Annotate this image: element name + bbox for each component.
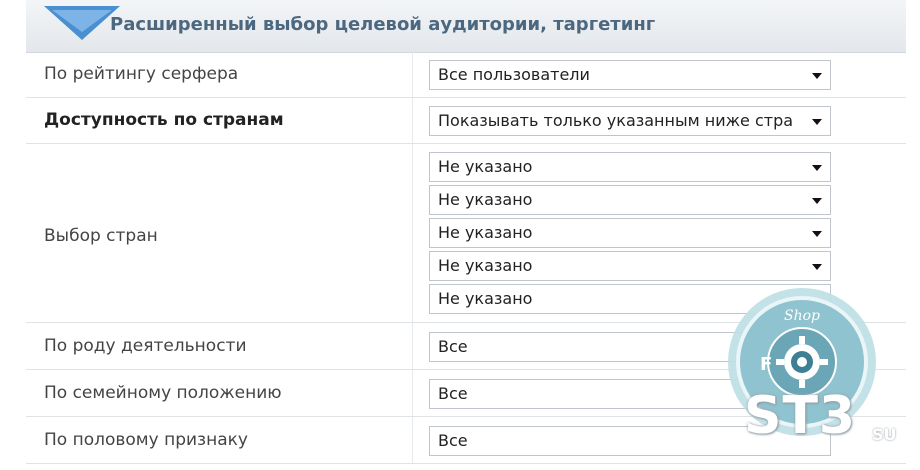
rating-label: По рейтингу серфера: [44, 64, 239, 84]
country-selection-label: Выбор стран: [44, 226, 158, 246]
countries-availability-select[interactable]: Показывать только указанным ниже стра: [429, 106, 831, 136]
family-label: По семейному положению: [44, 383, 282, 403]
brand-watermark: ST3: [744, 386, 857, 446]
country-select-1[interactable]: Не указано: [429, 152, 831, 182]
row-countries-availability: Доступность по странам Показывать только…: [26, 98, 906, 144]
country-select-1-value: Не указано: [438, 157, 533, 176]
gender-label: По половому признаку: [44, 430, 248, 450]
section-header[interactable]: Расширенный выбор целевой аудитории, тар…: [26, 0, 906, 53]
dropdown-arrow-icon: [812, 198, 822, 204]
dropdown-arrow-icon: [812, 264, 822, 270]
dropdown-arrow-icon: [812, 165, 822, 171]
cell-divider: [412, 323, 413, 369]
countries-availability-value: Показывать только указанным ниже стра: [438, 111, 794, 130]
dropdown-arrow-icon: [812, 73, 822, 79]
badge-shop-text: Shop: [784, 308, 820, 324]
cell-divider: [412, 417, 413, 463]
row-rating: По рейтингу серфера Все пользователи: [26, 52, 906, 98]
dropdown-arrow-icon: [812, 119, 822, 125]
cell-divider: [412, 144, 413, 322]
country-select-3[interactable]: Не указано: [429, 218, 831, 248]
country-select-4-value: Не указано: [438, 256, 533, 275]
country-select-2-value: Не указано: [438, 190, 533, 209]
brand-suffix: SU: [872, 425, 897, 444]
activity-label: По роду деятельности: [44, 336, 247, 356]
rating-select[interactable]: Все пользователи: [429, 60, 831, 90]
rating-select-value: Все пользователи: [438, 65, 590, 84]
collapse-chevron-icon[interactable]: [44, 6, 120, 40]
cell-divider: [412, 98, 413, 143]
cell-divider: [412, 370, 413, 416]
cell-divider: [412, 52, 413, 97]
country-select-3-value: Не указано: [438, 223, 533, 242]
section-title: Расширенный выбор целевой аудитории, тар…: [110, 14, 656, 35]
country-select-2[interactable]: Не указано: [429, 185, 831, 215]
dropdown-arrow-icon: [812, 231, 822, 237]
countries-availability-label: Доступность по странам: [44, 110, 284, 130]
country-select-4[interactable]: Не указано: [429, 251, 831, 281]
badge-letter: F: [760, 354, 772, 375]
